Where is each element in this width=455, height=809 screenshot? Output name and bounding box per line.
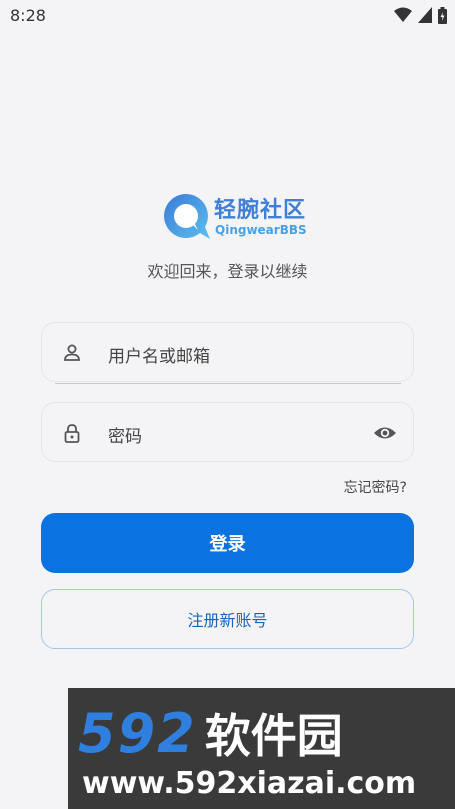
signal-icon	[418, 7, 432, 23]
watermark-number: 592	[78, 702, 197, 765]
welcome-text: 欢迎回来，登录以继续	[147, 262, 308, 281]
watermark-banner: 592 软件园 www.592xiazai.com	[68, 688, 455, 809]
status-time: 8:28	[10, 6, 46, 25]
logo-title: 轻腕社区	[214, 198, 307, 223]
forgot-password-link[interactable]: 忘记密码?	[344, 477, 407, 497]
status-bar: 8:28	[0, 0, 455, 32]
password-placeholder: 密码	[108, 427, 142, 447]
login-button[interactable]: 登录	[41, 513, 414, 573]
app-logo: 轻腕社区 QingwearBBS	[160, 188, 307, 242]
password-field[interactable]: 密码	[41, 402, 414, 462]
watermark-brand-text: 软件园	[204, 709, 343, 763]
watermark-url: www.592xiazai.com	[82, 766, 417, 801]
watermark-brand: 592 软件园	[78, 700, 343, 766]
username-field[interactable]: 用户名或邮箱	[41, 322, 414, 382]
wifi-icon	[394, 7, 412, 22]
username-placeholder: 用户名或邮箱	[108, 347, 210, 367]
status-icons	[394, 6, 447, 24]
logo-subtitle: QingwearBBS	[215, 223, 307, 237]
eye-icon[interactable]	[373, 422, 397, 444]
chat-bubble-logo-icon	[164, 194, 210, 239]
field-divider	[55, 383, 401, 384]
lock-icon	[64, 424, 80, 443]
battery-icon	[438, 6, 447, 24]
register-button[interactable]: 注册新账号	[41, 589, 414, 649]
person-icon	[64, 344, 80, 361]
